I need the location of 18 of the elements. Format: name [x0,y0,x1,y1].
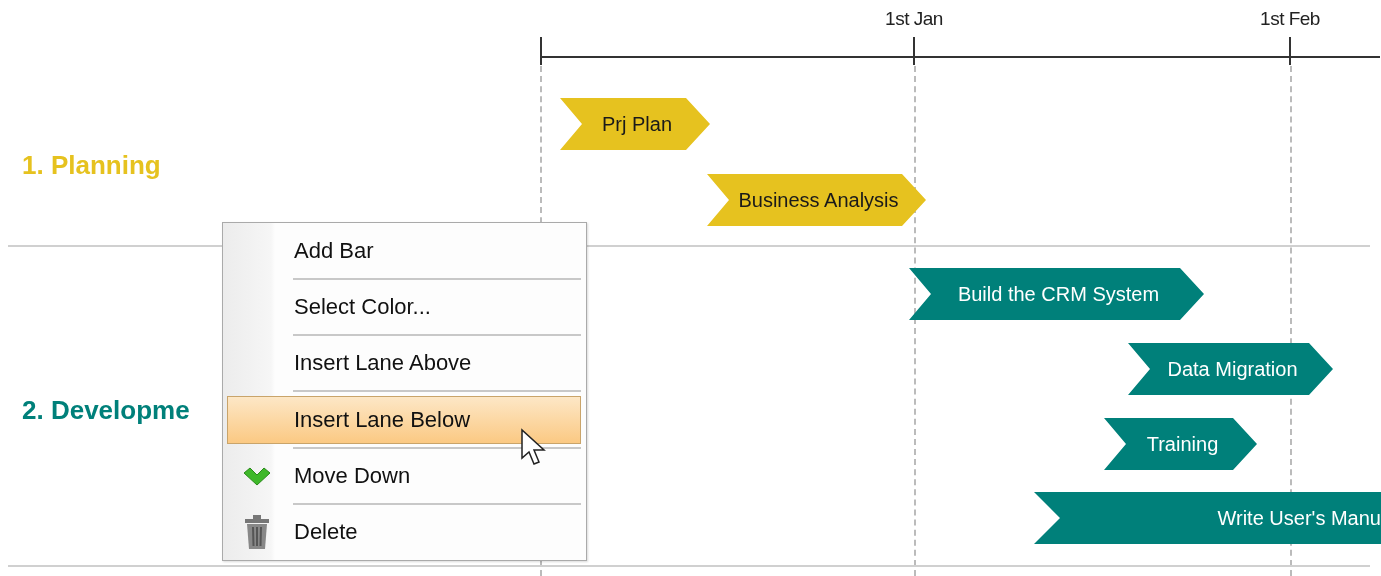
task-bar[interactable]: Write User's Manu [1034,492,1381,544]
lane-label: 2. Developme [22,395,190,426]
task-bar[interactable]: Training [1104,418,1257,470]
menu-item[interactable]: Delete [227,507,581,556]
tick-label: 1st Feb [1259,8,1321,30]
menu-item[interactable]: Move Down [227,451,581,500]
menu-item[interactable]: Insert Lane Below [227,395,581,444]
task-bar[interactable]: Business Analysis [707,174,926,226]
lane-label: 1. Planning [22,150,161,181]
menu-item[interactable]: Add Bar [227,227,581,275]
trash-icon [244,514,270,549]
tick-label: 1st Jan [884,8,944,30]
task-bar[interactable]: Data Migration [1128,343,1333,395]
mouse-pointer-icon [520,428,548,468]
task-bar[interactable]: Build the CRM System [909,268,1204,320]
menu-item[interactable]: Insert Lane Above [227,339,581,388]
task-bar[interactable]: Prj Plan [560,98,710,150]
menu-item[interactable]: Select Color... [227,283,581,332]
